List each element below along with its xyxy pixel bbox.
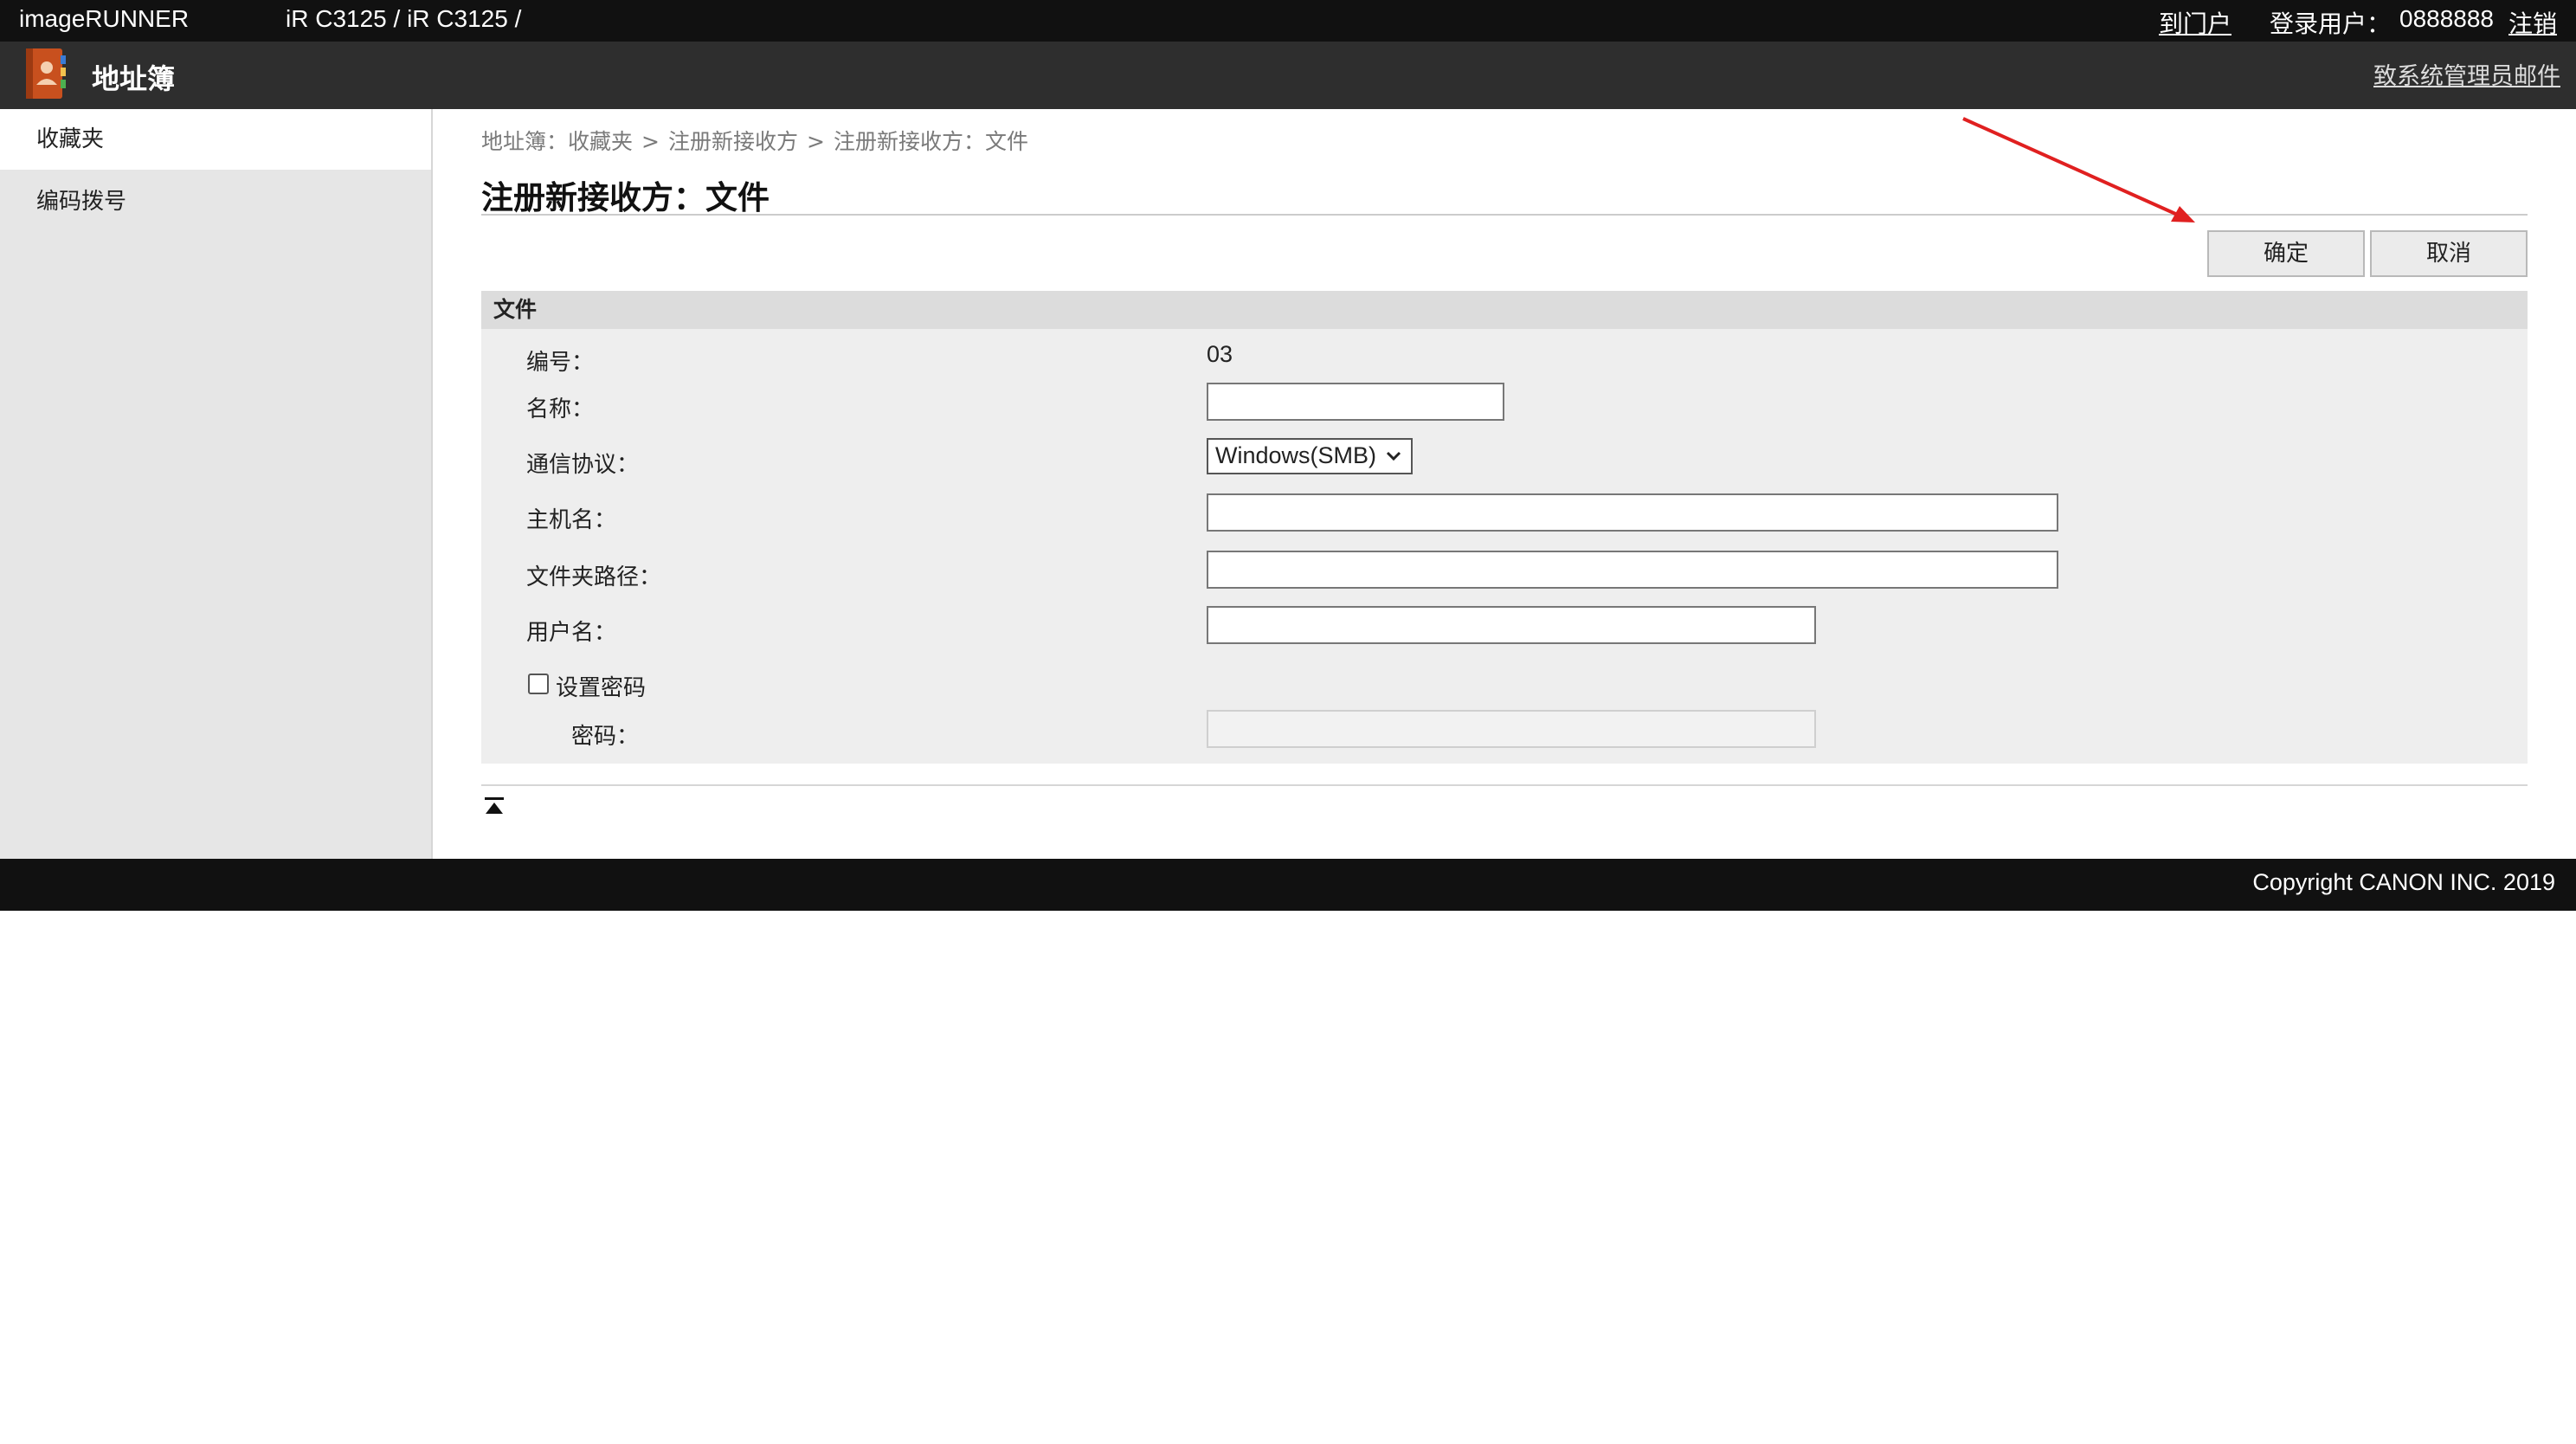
password-row: 密码：	[481, 710, 2528, 753]
chevron-down-icon	[1383, 443, 1404, 469]
protocol-label: 通信协议：	[526, 452, 640, 478]
name-row: 名称：	[481, 383, 2528, 426]
brand-name: imageRUNNER	[19, 5, 190, 32]
username-input[interactable]	[1207, 606, 1816, 644]
sidebar-item-coded-dial[interactable]: 编码拨号	[0, 171, 431, 232]
breadcrumb-item[interactable]: 注册新接收方	[668, 129, 798, 154]
folder-path-label: 文件夹路径：	[526, 564, 662, 590]
file-settings-section: 文件 编号： 03 名称： 通信协议： Windows(SMB) 主机名： 文件…	[481, 291, 2528, 764]
host-label: 主机名：	[526, 507, 617, 533]
password-label: 密码：	[571, 724, 640, 750]
ok-button[interactable]: 确定	[2207, 230, 2365, 277]
set-password-row: 设置密码	[481, 661, 2528, 705]
number-value: 03	[1207, 341, 1233, 367]
set-password-checkbox[interactable]	[528, 674, 549, 694]
name-label: 名称：	[526, 396, 595, 422]
app-title: 地址簿	[92, 62, 176, 95]
bottom-divider	[481, 784, 2528, 786]
login-user-label: 登录用户：	[2270, 10, 2392, 38]
page-title: 注册新接收方：文件	[481, 179, 770, 216]
section-title: 文件	[481, 291, 2528, 329]
main-content: 地址簿：收藏夹 > 注册新接收方 > 注册新接收方：文件 注册新接收方：文件 确定 取消…	[433, 109, 2576, 859]
back-to-top-icon[interactable]	[483, 795, 506, 817]
protocol-select[interactable]: Windows(SMB)	[1207, 438, 1414, 474]
title-divider	[481, 214, 2528, 216]
logout-link[interactable]: 注销	[2508, 5, 2557, 40]
footer: Copyright CANON INC. 2019	[0, 859, 2576, 911]
host-input[interactable]	[1207, 493, 2058, 532]
number-label: 编号：	[526, 350, 595, 376]
number-row: 编号： 03	[481, 336, 2528, 379]
sidebar-item-favorites[interactable]: 收藏夹	[0, 109, 431, 170]
device-model: iR C3125 / iR C3125 /	[286, 5, 522, 32]
app-header: 地址簿 致系统管理员邮件	[0, 42, 2576, 109]
mail-admin-link[interactable]: 致系统管理员邮件	[2373, 57, 2560, 91]
name-input[interactable]	[1207, 383, 1504, 421]
username-row: 用户名：	[481, 606, 2528, 649]
protocol-selected-value: Windows(SMB)	[1215, 442, 1377, 468]
folder-path-row: 文件夹路径：	[481, 551, 2528, 594]
address-book-icon	[23, 47, 69, 102]
breadcrumb-separator: >	[641, 129, 660, 154]
portal-link[interactable]: 到门户	[2159, 5, 2231, 40]
top-bar: imageRUNNER iR C3125 / iR C3125 / 到门户 登录…	[0, 0, 2576, 42]
set-password-label[interactable]: 设置密码	[556, 670, 646, 702]
sidebar: 收藏夹 编码拨号	[0, 109, 433, 859]
login-user-id: 0888888	[2399, 5, 2495, 32]
folder-path-input[interactable]	[1207, 551, 2058, 589]
username-label: 用户名：	[526, 620, 617, 646]
copyright-text: Copyright CANON INC. 2019	[2252, 869, 2555, 895]
breadcrumb-separator: >	[806, 129, 825, 154]
breadcrumb-item[interactable]: 地址簿：收藏夹	[481, 129, 633, 154]
breadcrumb-item-current: 注册新接收方：文件	[833, 129, 1028, 154]
breadcrumb: 地址簿：收藏夹 > 注册新接收方 > 注册新接收方：文件	[481, 125, 1028, 156]
host-row: 主机名：	[481, 493, 2528, 537]
protocol-row: 通信协议： Windows(SMB)	[481, 438, 2528, 481]
password-input	[1207, 710, 1816, 748]
cancel-button[interactable]: 取消	[2370, 230, 2528, 277]
